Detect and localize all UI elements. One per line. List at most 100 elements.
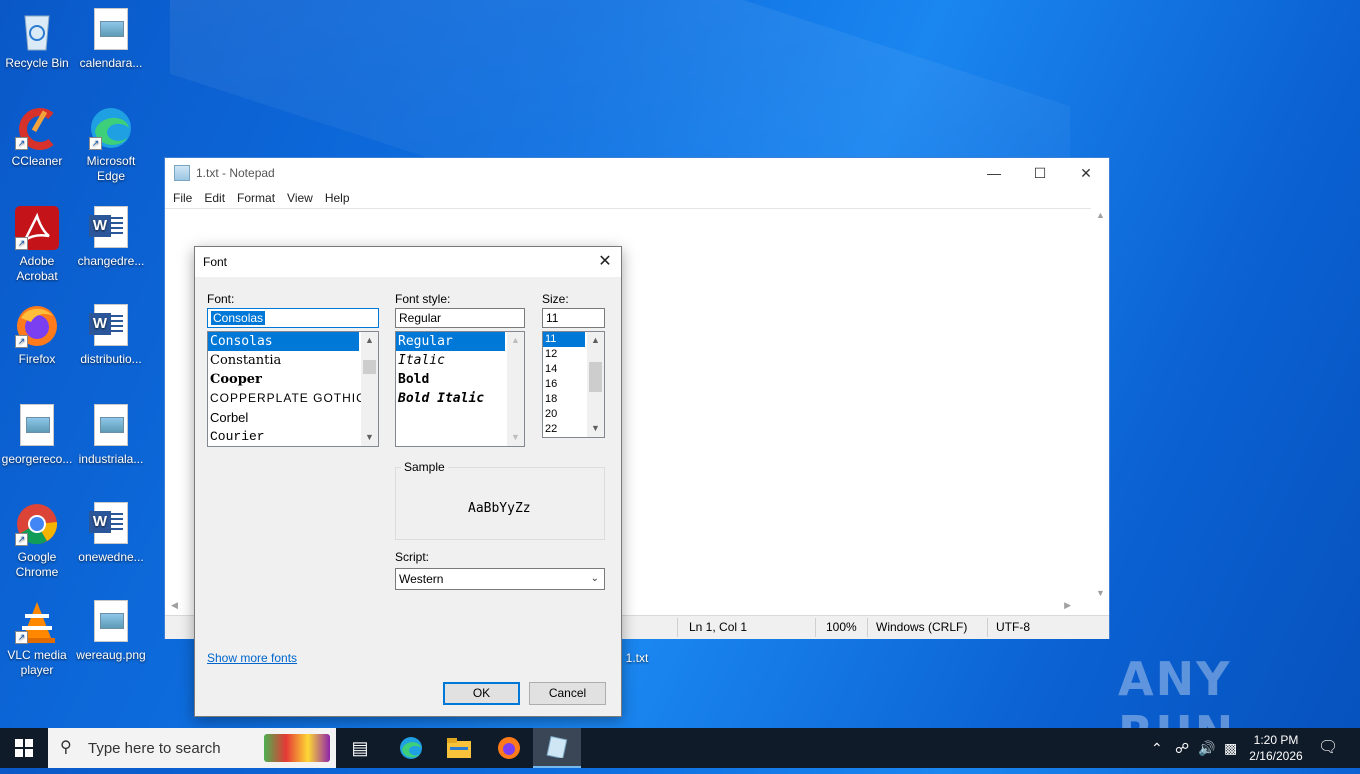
style-list-item[interactable]: Regular xyxy=(396,332,505,351)
dialog-close-button[interactable]: ✕ xyxy=(589,247,621,277)
desktop-icon-industriala[interactable]: industriala... xyxy=(74,404,148,467)
desktop-icon-vlc[interactable]: ↗ VLC media player xyxy=(0,600,74,678)
start-button[interactable] xyxy=(0,728,48,768)
font-list-scrollbar[interactable]: ▲ ▼ xyxy=(361,332,378,446)
word-doc-icon: W xyxy=(89,502,133,546)
volume-icon[interactable]: 🔊 xyxy=(1198,728,1215,768)
image-file-icon xyxy=(15,404,59,448)
desktop-icon-ccleaner[interactable]: ↗ CCleaner xyxy=(0,106,74,169)
scroll-down-icon[interactable]: ▼ xyxy=(1096,588,1105,598)
notepad-title-bar[interactable]: 1.txt - Notepad xyxy=(165,158,1109,188)
input-method-icon[interactable]: ▩ xyxy=(1224,728,1237,768)
font-name-input[interactable]: Consolas xyxy=(207,308,379,328)
desktop-icon-label: wereaug.png xyxy=(76,648,146,662)
font-list-item[interactable]: Cooper xyxy=(208,370,378,389)
desktop-icon-calendara[interactable]: calendara... xyxy=(74,8,148,71)
ok-button[interactable]: OK xyxy=(443,682,520,705)
word-doc-icon: W xyxy=(89,304,133,348)
chrome-icon: ↗ xyxy=(15,502,59,546)
font-list-item[interactable]: Corbel xyxy=(208,408,378,427)
clock-date: 2/16/2026 xyxy=(1249,749,1303,763)
maximize-button[interactable]: ☐ xyxy=(1017,158,1063,188)
image-file-icon xyxy=(89,8,133,52)
chevron-up-icon[interactable]: ⌃ xyxy=(1151,728,1163,768)
desktop-icon-georgereco[interactable]: georgereco... xyxy=(0,404,74,467)
minimize-button[interactable]: — xyxy=(971,158,1017,188)
font-style-list[interactable]: Regular Italic Bold Bold Italic ▲ ▼ xyxy=(395,331,525,447)
taskbar-search-box[interactable]: ⚲ Type here to search xyxy=(48,728,336,768)
font-list-item[interactable]: COPPERPLATE GOTHIC xyxy=(208,389,378,408)
scroll-up-icon[interactable]: ▲ xyxy=(1096,210,1105,220)
font-style-input[interactable]: Regular xyxy=(395,308,525,328)
desktop-icon-firefox[interactable]: ↗ Firefox xyxy=(0,304,74,367)
taskbar-file-explorer-icon[interactable] xyxy=(435,728,483,768)
style-list-scrollbar[interactable]: ▲ ▼ xyxy=(507,332,524,446)
taskbar-notepad-icon[interactable] xyxy=(533,728,581,768)
script-select[interactable]: Western ⌄ xyxy=(395,568,605,590)
desktop-icon-label: Recycle Bin xyxy=(5,56,69,70)
taskbar-edge-icon[interactable] xyxy=(387,728,435,768)
desktop-icon-distributio[interactable]: W distributio... xyxy=(74,304,148,367)
gift-boxes-icon xyxy=(264,734,330,762)
size-list-scrollbar[interactable]: ▲ ▼ xyxy=(587,332,604,437)
scroll-left-icon[interactable]: ◀ xyxy=(171,600,178,611)
menu-view[interactable]: View xyxy=(281,191,319,205)
desktop-icon-adobe-acrobat[interactable]: ↗ Adobe Acrobat xyxy=(0,206,74,284)
size-label: Size: xyxy=(542,292,569,306)
scrollbar-thumb[interactable] xyxy=(589,362,602,392)
status-line-ending: Windows (CRLF) xyxy=(876,620,968,634)
chevron-down-icon[interactable]: ▼ xyxy=(507,429,524,446)
font-list-item[interactable]: Courier xyxy=(208,427,378,446)
notifications-icon[interactable]: 🗨 xyxy=(1318,728,1338,768)
font-style-label: Font style: xyxy=(395,292,451,306)
network-icon[interactable]: ☍ xyxy=(1175,728,1189,768)
desktop-icon-recycle-bin[interactable]: Recycle Bin xyxy=(0,8,74,71)
scroll-right-icon[interactable]: ▶ xyxy=(1064,600,1071,611)
desktop-icon-google-chrome[interactable]: ↗ Google Chrome xyxy=(0,502,74,580)
style-list-item[interactable]: Bold xyxy=(396,370,524,389)
chevron-down-icon[interactable]: ▼ xyxy=(361,429,378,446)
desktop-icon-label: CCleaner xyxy=(11,154,63,168)
style-list-item[interactable]: Italic xyxy=(396,351,524,370)
ccleaner-icon: ↗ xyxy=(15,106,59,150)
close-button[interactable]: ✕ xyxy=(1063,158,1109,188)
cancel-button[interactable]: Cancel xyxy=(529,682,606,705)
desktop-icon-microsoft-edge[interactable]: ↗ Microsoft Edge xyxy=(74,106,148,184)
chevron-down-icon[interactable]: ▼ xyxy=(587,420,604,437)
desktop-icon-onewedne[interactable]: W onewedne... xyxy=(74,502,148,565)
style-list-item[interactable]: Bold Italic xyxy=(396,389,524,408)
edge-icon: ↗ xyxy=(89,106,133,150)
desktop-icon-label: Google Chrome xyxy=(15,550,59,579)
search-icon: ⚲ xyxy=(60,739,72,756)
taskbar-firefox-icon[interactable] xyxy=(485,728,533,768)
font-dialog-title-bar[interactable]: Font xyxy=(195,247,621,277)
font-list-item[interactable]: Consolas xyxy=(208,332,359,351)
task-view-icon[interactable]: ▤ xyxy=(336,728,384,768)
desktop-icon-wereaug[interactable]: wereaug.png xyxy=(74,600,148,663)
desktop-icon-label: onewedne... xyxy=(78,550,144,564)
windows-logo-icon xyxy=(15,739,33,757)
sample-label: Sample xyxy=(401,460,448,474)
desktop-icon-label: calendara... xyxy=(79,56,143,70)
clock[interactable]: 1:20 PM 2/16/2026 xyxy=(1248,732,1304,764)
menu-help[interactable]: Help xyxy=(319,191,356,205)
image-file-icon xyxy=(89,404,133,448)
size-input[interactable]: 11 xyxy=(542,308,605,328)
menu-file[interactable]: File xyxy=(167,191,198,205)
show-more-fonts-link[interactable]: Show more fonts xyxy=(207,651,297,665)
desktop-icon-changedre[interactable]: W changedre... xyxy=(74,206,148,269)
notepad-vertical-scrollbar[interactable]: ▲ ▼ xyxy=(1092,208,1109,600)
font-list-item[interactable]: Constantia xyxy=(208,351,378,370)
size-list[interactable]: 11 12 14 16 18 20 22 ▲ ▼ xyxy=(542,331,605,438)
menu-format[interactable]: Format xyxy=(231,191,281,205)
chevron-up-icon[interactable]: ▲ xyxy=(587,332,604,349)
chevron-up-icon[interactable]: ▲ xyxy=(361,332,378,349)
chevron-up-icon[interactable]: ▲ xyxy=(507,332,524,349)
word-doc-icon: W xyxy=(89,206,133,250)
desktop-icon-label: distributio... xyxy=(80,352,142,366)
chevron-down-icon: ⌄ xyxy=(590,573,599,584)
font-list[interactable]: Consolas Constantia Cooper COPPERPLATE G… xyxy=(207,331,379,447)
size-list-item[interactable]: 11 xyxy=(543,332,585,347)
menu-edit[interactable]: Edit xyxy=(198,191,231,205)
scrollbar-thumb[interactable] xyxy=(363,360,376,374)
